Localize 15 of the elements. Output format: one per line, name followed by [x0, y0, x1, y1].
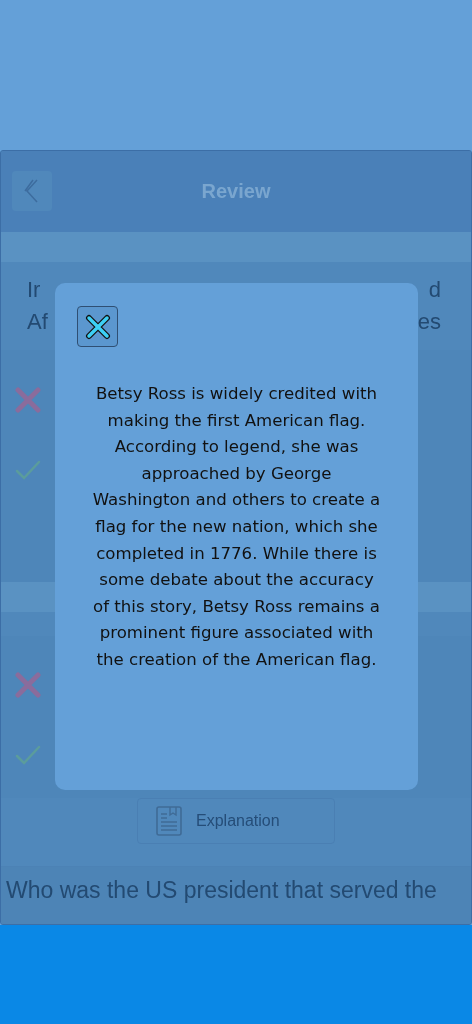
document-icon — [156, 806, 182, 836]
question-text: Who was the US president that served the — [6, 877, 437, 903]
question-text: es — [417, 309, 441, 335]
checkmark-icon — [15, 460, 41, 480]
back-icon — [24, 178, 40, 204]
close-button[interactable] — [77, 306, 118, 347]
explanation-text: Betsy Ross is widely credited with making the first American flag. According to legend, she was approached by George Washington and others to create a flag for the new nation, which she completed in 1776. While there is some debate about the accuracy of this story, Betsy Ross remains a prominent figure associated with the creation of the American flag. — [91, 383, 382, 671]
question-text: Af — [27, 309, 48, 335]
checkmark-icon — [15, 745, 41, 765]
explanation-button[interactable]: Explanation — [137, 798, 335, 844]
question-text: d — [428, 277, 441, 303]
cross-icon — [15, 387, 41, 413]
question-text: Ir — [27, 277, 41, 303]
close-icon — [84, 313, 111, 340]
cross-icon — [15, 672, 41, 698]
